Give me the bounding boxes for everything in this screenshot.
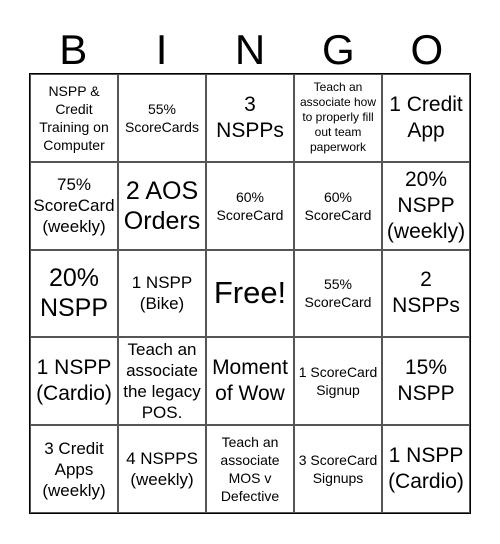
bingo-cell[interactable]: 55% ScoreCard xyxy=(294,249,382,338)
bingo-cell[interactable]: 2 NSPPs xyxy=(382,249,470,338)
bingo-cell[interactable]: 20% NSPP xyxy=(30,249,118,338)
bingo-cell[interactable]: 2 AOS Orders xyxy=(118,161,206,250)
bingo-cell[interactable]: 15% NSPP xyxy=(382,337,470,426)
header-letter-b: B xyxy=(59,26,88,73)
bingo-cell[interactable]: 60% ScoreCard xyxy=(294,161,382,250)
header-letter-g: G xyxy=(322,26,355,73)
free-space[interactable]: Free! xyxy=(206,249,294,338)
bingo-cell[interactable]: NSPP & Credit Training on Computer xyxy=(30,74,118,162)
bingo-cell[interactable]: 20% NSPP (weekly) xyxy=(382,161,470,250)
bingo-cell[interactable]: Moment of Wow xyxy=(206,337,294,426)
header-letter-o: O xyxy=(410,26,444,73)
bingo-cell[interactable]: 1 ScoreCard Signup xyxy=(294,337,382,426)
bingo-cell[interactable]: 1 NSPP (Bike) xyxy=(118,249,206,338)
bingo-cell[interactable]: 3 NSPPs xyxy=(206,74,294,162)
bingo-board: NSPP & Credit Training on Computer 55% S… xyxy=(29,73,471,514)
bingo-cell[interactable]: 4 NSPPS (weekly) xyxy=(118,425,206,513)
bingo-cell[interactable]: 3 ScoreCard Signups xyxy=(294,425,382,513)
bingo-cell[interactable]: 55% ScoreCards xyxy=(118,74,206,162)
bingo-cell[interactable]: 1 NSPP (Cardio) xyxy=(382,425,470,513)
bingo-cell[interactable]: Teach an associate MOS v Defective xyxy=(206,425,294,513)
bingo-cell[interactable]: 1 Credit App xyxy=(382,74,470,162)
bingo-cell[interactable]: 3 Credit Apps (weekly) xyxy=(30,425,118,513)
bingo-cell[interactable]: 1 NSPP (Cardio) xyxy=(30,337,118,426)
header-letter-n: N xyxy=(234,26,266,73)
bingo-cell[interactable]: Teach an associate the legacy POS. xyxy=(118,337,206,426)
bingo-cell[interactable]: Teach an associate how to properly fill … xyxy=(294,74,382,162)
bingo-header: B I N G O xyxy=(29,25,471,73)
bingo-cell[interactable]: 75% ScoreCard (weekly) xyxy=(30,161,118,250)
header-letter-i: I xyxy=(155,26,168,73)
bingo-cell[interactable]: 60% ScoreCard xyxy=(206,161,294,250)
